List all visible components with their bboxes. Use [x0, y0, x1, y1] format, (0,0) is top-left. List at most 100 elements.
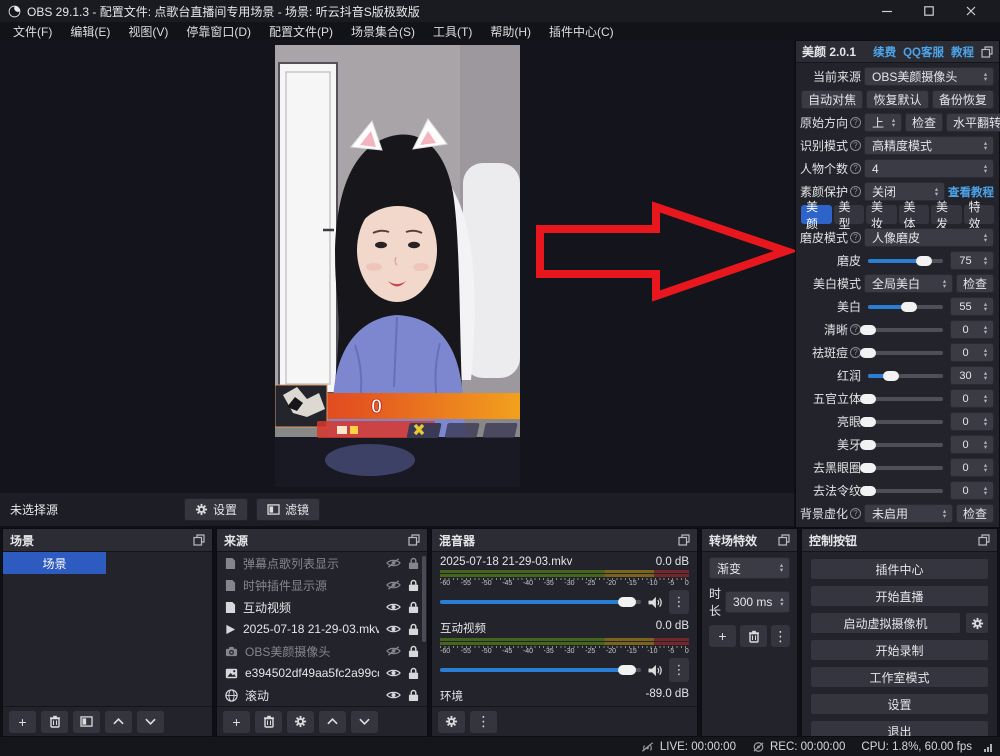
studio-mode-button[interactable]: 工作室模式	[810, 666, 989, 688]
settings-button[interactable]: 设置	[810, 693, 989, 715]
backup-restore-button[interactable]: 备份恢复	[932, 90, 994, 109]
remove-scene-button[interactable]	[41, 711, 68, 733]
blemish-slider[interactable]	[868, 351, 943, 355]
volume-slider[interactable]	[440, 600, 641, 604]
tutorial-link[interactable]: 教程	[951, 44, 974, 60]
video-preview[interactable]: 0	[275, 45, 520, 487]
popout-icon[interactable]	[981, 46, 993, 58]
source-row[interactable]: 互动视频	[217, 596, 427, 618]
virtual-camera-settings-button[interactable]	[965, 612, 989, 634]
bg-blur-select[interactable]: 未启用 ▴▾	[864, 504, 953, 523]
eye-icon[interactable]	[386, 602, 401, 612]
white-check-button[interactable]: 检查	[956, 274, 994, 293]
bg-blur-check-button[interactable]: 检查	[956, 504, 994, 523]
lock-icon[interactable]	[408, 601, 419, 614]
transition-select[interactable]: 渐变 ▴▾	[709, 557, 790, 579]
source-filters-button[interactable]: 滤镜	[256, 498, 320, 521]
add-transition-button[interactable]: +	[709, 625, 736, 647]
lock-icon[interactable]	[408, 579, 419, 592]
speaker-icon[interactable]	[647, 664, 663, 677]
tab-reshape[interactable]: 美型	[834, 205, 865, 224]
hflip-button[interactable]: 水平翻转	[946, 113, 1000, 132]
source-row[interactable]: e394502df49aa5fc2a99cd2e7c	[217, 662, 427, 684]
menu-item[interactable]: 插件中心(C)	[540, 23, 623, 40]
source-row[interactable]: OBS美颜摄像头	[217, 640, 427, 662]
qq-support-link[interactable]: QQ客服	[903, 44, 944, 60]
source-properties-button[interactable]	[287, 711, 314, 733]
source-up-button[interactable]	[319, 711, 346, 733]
menu-item[interactable]: 场景集合(S)	[342, 23, 424, 40]
transition-menu-button[interactable]: ⋮	[771, 625, 790, 647]
eye-icon[interactable]	[386, 624, 401, 634]
remove-transition-button[interactable]	[740, 625, 767, 647]
channel-menu-button[interactable]: ⋮	[669, 590, 689, 614]
start-recording-button[interactable]: 开始录制	[810, 639, 989, 661]
duration-input[interactable]: 300 ms ▴▾	[725, 591, 790, 613]
source-row[interactable]: 滚动	[217, 684, 427, 706]
remove-source-button[interactable]	[255, 711, 282, 733]
autofocus-button[interactable]: 自动对焦	[801, 90, 863, 109]
minimize-button[interactable]	[866, 0, 908, 22]
eye-slash-icon[interactable]	[386, 580, 401, 590]
start-streaming-button[interactable]: 开始直播	[810, 585, 989, 607]
smooth-mode-select[interactable]: 人像磨皮 ▴▾	[864, 228, 994, 247]
clarity-slider[interactable]	[868, 328, 943, 332]
menu-item[interactable]: 视图(V)	[119, 23, 177, 40]
orientation-check-button[interactable]: 检查	[905, 113, 943, 132]
lock-icon[interactable]	[408, 645, 419, 658]
source-row[interactable]: 弹幕点歌列表显示	[217, 552, 427, 574]
person-count-input[interactable]: 4 ▴▾	[864, 159, 994, 178]
blemish-value[interactable]: 0▴▾	[950, 343, 994, 362]
menu-item[interactable]: 帮助(H)	[481, 23, 540, 40]
preview-area[interactable]: 0	[0, 40, 794, 493]
speaker-icon[interactable]	[647, 596, 663, 609]
smooth-slider[interactable]	[868, 259, 943, 263]
rosy-slider[interactable]	[868, 374, 943, 378]
smooth-value[interactable]: 75▴▾	[950, 251, 994, 270]
lock-icon[interactable]	[408, 557, 419, 570]
whiten-slider[interactable]	[868, 305, 943, 309]
scrollbar[interactable]	[422, 556, 426, 642]
maximize-button[interactable]	[908, 0, 950, 22]
lock-icon[interactable]	[408, 667, 419, 680]
dark-circles-value[interactable]: 0▴▾	[950, 458, 994, 477]
add-scene-button[interactable]: +	[9, 711, 36, 733]
orientation-select[interactable]: 上 ▴▾	[864, 113, 902, 132]
menu-item[interactable]: 配置文件(P)	[260, 23, 342, 40]
advanced-audio-button[interactable]	[438, 711, 465, 733]
bright-eyes-slider[interactable]	[868, 420, 943, 424]
popout-icon[interactable]	[978, 534, 990, 546]
eye-slash-icon[interactable]	[386, 558, 401, 568]
plugin-center-button[interactable]: 插件中心	[810, 558, 989, 580]
lock-icon[interactable]	[408, 689, 419, 702]
start-virtual-camera-button[interactable]: 启动虚拟摄像机	[810, 612, 961, 634]
bright-eyes-value[interactable]: 0▴▾	[950, 412, 994, 431]
tab-makeup[interactable]: 美妆	[866, 205, 897, 224]
popout-icon[interactable]	[408, 534, 420, 546]
tab-hair[interactable]: 美发	[931, 205, 962, 224]
exit-button[interactable]: 退出	[810, 720, 989, 736]
scene-item-selected[interactable]: 场景	[3, 552, 106, 574]
recognition-mode-select[interactable]: 高精度模式 ▴▾	[864, 136, 994, 155]
tab-body[interactable]: 美体	[899, 205, 930, 224]
menu-item[interactable]: 工具(T)	[424, 23, 481, 40]
rosy-value[interactable]: 30▴▾	[950, 366, 994, 385]
dark-circles-slider[interactable]	[868, 466, 943, 470]
tab-effects[interactable]: 特效	[964, 205, 995, 224]
eye-slash-icon[interactable]	[386, 646, 401, 656]
features-value[interactable]: 0▴▾	[950, 389, 994, 408]
popout-icon[interactable]	[778, 534, 790, 546]
source-down-button[interactable]	[351, 711, 378, 733]
eye-icon[interactable]	[386, 690, 401, 700]
tab-beauty[interactable]: 美颜	[801, 205, 832, 224]
menu-item[interactable]: 停靠窗口(D)	[177, 23, 260, 40]
menu-item[interactable]: 编辑(E)	[61, 23, 119, 40]
close-button[interactable]	[950, 0, 992, 22]
mixer-menu-button[interactable]: ⋮	[470, 711, 497, 733]
channel-menu-button[interactable]: ⋮	[669, 658, 689, 682]
restore-default-button[interactable]: 恢复默认	[866, 90, 928, 109]
source-row[interactable]: 2025-07-18 21-29-03.mkv	[217, 618, 427, 640]
teeth-slider[interactable]	[868, 443, 943, 447]
scene-down-button[interactable]	[137, 711, 164, 733]
current-source-select[interactable]: OBS美颜摄像头 ▴▾	[864, 67, 994, 86]
